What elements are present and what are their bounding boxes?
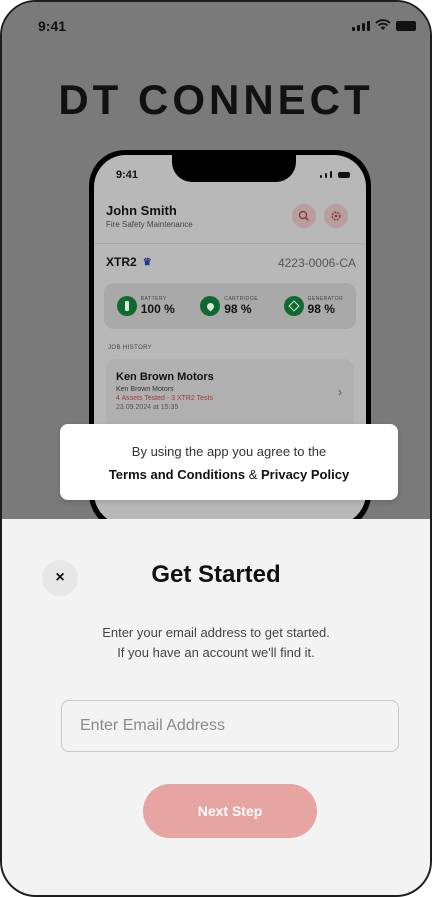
email-input[interactable] (61, 700, 399, 752)
status-time: 9:41 (38, 18, 67, 34)
preview-user: John Smith Fire Safety Maintenance (106, 203, 193, 229)
status-bar: 9:41 (2, 2, 430, 46)
terms-intro: By using the app you agree to the (131, 444, 327, 459)
app-logo-title: DT CONNECT (58, 76, 374, 123)
phone-frame: 9:41 DT CONNECT 9:41 John Smith Fire Saf… (0, 0, 432, 897)
terms-links: Terms and Conditions & Privacy Policy (60, 467, 398, 482)
terms-notice: By using the app you agree to the Terms … (60, 424, 398, 500)
stat-battery: BATTERY 100 % (116, 296, 175, 316)
stat-cartridge: CARTRIDGE 98 % (200, 296, 258, 316)
crown-icon: ♛ (142, 256, 152, 268)
sheet-title: Get Started (151, 561, 281, 588)
cartridge-stat-icon (200, 296, 221, 316)
preview-time: 9:41 (116, 169, 139, 181)
job-date: 23.09.2024 at 15:35 (116, 404, 179, 411)
stat-value: 98 % (224, 302, 252, 316)
job-tests: 4 Assets Tested - 3 XTR2 Tests (116, 395, 214, 402)
search-icon (292, 204, 316, 228)
chevron-right-icon: › (338, 385, 342, 399)
sheet-description-line1: Enter your email address to get started. (102, 625, 330, 640)
terms-ampersand: & (248, 467, 258, 482)
job-card: Ken Brown Motors Ken Brown Motors 4 Asse… (106, 359, 354, 429)
sheet-description-line2: If you have an account we'll find it. (117, 645, 315, 660)
preview-device-name: XTR2 (106, 255, 137, 269)
status-icons (352, 19, 416, 31)
preview-stats: BATTERY 100 % CARTRIDGE 98 % GENERATOR 9… (104, 283, 356, 329)
preview-user-role: Fire Safety Maintenance (106, 220, 193, 229)
battery-icon (396, 21, 416, 31)
get-started-sheet: × Get Started Enter your email address t… (2, 519, 430, 895)
terms-link[interactable]: Terms and Conditions (109, 467, 245, 482)
stat-value: 98 % (307, 302, 335, 316)
preview-status-icons (320, 171, 350, 178)
job-subtitle: Ken Brown Motors (116, 386, 174, 393)
preview-user-name: John Smith (106, 203, 177, 218)
stat-value: 100 % (140, 302, 175, 316)
privacy-link[interactable]: Privacy Policy (261, 467, 349, 482)
generator-stat-icon (283, 296, 304, 316)
battery-stat-icon (116, 296, 137, 316)
signal-icon (352, 21, 370, 31)
preview-device-serial: 4223-0006-CA (277, 256, 356, 270)
phone-notch (172, 155, 296, 182)
job-title: Ken Brown Motors (116, 371, 214, 383)
next-step-button[interactable]: Next Step (143, 784, 317, 838)
sheet-description: Enter your email address to get started.… (2, 623, 430, 663)
job-history-label: JOB HISTORY (108, 345, 153, 351)
wifi-icon (375, 19, 391, 30)
gear-icon (324, 204, 348, 228)
preview-divider (94, 243, 366, 244)
stat-generator: GENERATOR 98 % (283, 296, 344, 316)
preview-device: XTR2 ♛ (106, 255, 152, 269)
